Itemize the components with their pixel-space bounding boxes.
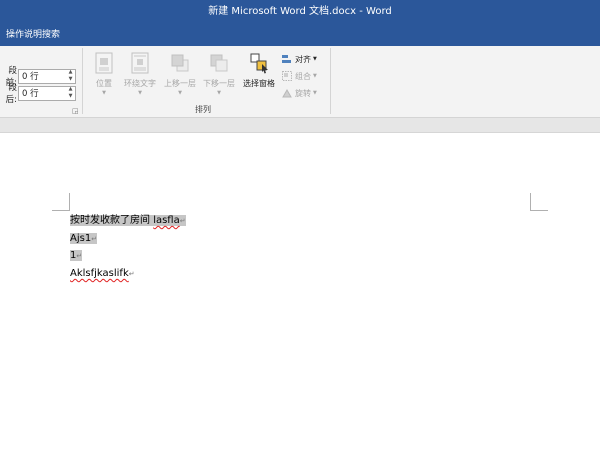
misspelled-word[interactable]: Aklsfjkaslifk (70, 268, 129, 279)
tell-me-search[interactable]: 操作说明搜索 (6, 30, 60, 40)
line-text: 按时发收款了房间 (70, 215, 154, 226)
line-text: Ajs1 (70, 233, 92, 244)
margin-corner-marker (52, 193, 70, 211)
spin-down-icon[interactable]: ▼ (69, 93, 73, 99)
spacing-after-value: 0 行 (22, 89, 39, 99)
send-backward-label: 下移一层 (203, 79, 235, 88)
doc-line[interactable]: Aklsfjkaslifk↵ (70, 266, 135, 282)
position-label: 位置 (96, 79, 112, 88)
document-canvas[interactable] (0, 134, 600, 450)
position-button[interactable]: 位置 ▼ (92, 50, 116, 104)
group-icon (282, 71, 292, 81)
group-label: 组合 (295, 71, 311, 81)
spacing-before-input[interactable]: 0 行 ▲ ▼ (18, 68, 76, 84)
chevron-down-icon: ▼ (178, 90, 182, 96)
wrap-text-button[interactable]: 环绕文字 ▼ (120, 50, 160, 104)
chevron-down-icon: ▼ (313, 56, 317, 62)
spin-up-icon[interactable]: ▲ (69, 87, 73, 92)
paragraph-mark: ↵ (179, 217, 186, 225)
window-title: 新建 Microsoft Word 文档.docx - Word (208, 6, 392, 17)
margin-corner-marker (530, 193, 548, 211)
bring-forward-label: 上移一层 (164, 79, 196, 88)
chevron-down-icon: ▼ (313, 73, 317, 79)
group-separator (82, 48, 83, 114)
group-button[interactable]: 组合 ▼ (282, 69, 317, 83)
spacing-after-row: 段后: 0 行 ▲ ▼ (0, 83, 76, 105)
selection-pane-button[interactable]: 选择窗格 (239, 50, 279, 104)
send-backward-button[interactable]: 下移一层 ▼ (199, 50, 239, 104)
title-bar: 新建 Microsoft Word 文档.docx - Word (0, 0, 600, 24)
chevron-down-icon: ▼ (217, 90, 221, 96)
position-icon (94, 52, 114, 74)
group-separator (330, 48, 331, 114)
paragraph-mark: ↵ (76, 252, 83, 260)
selection-pane-icon (249, 52, 269, 74)
align-icon (282, 54, 292, 64)
spacing-before-stepper[interactable]: ▲ ▼ (66, 70, 75, 83)
wrap-text-label: 环绕文字 (124, 79, 156, 88)
chevron-down-icon: ▼ (313, 90, 317, 96)
align-label: 对齐 (295, 54, 311, 64)
doc-line[interactable]: 1↵ (70, 248, 83, 264)
spacing-after-label: 段后: (5, 83, 17, 105)
doc-line[interactable]: 按时发收款了房间 lasfla↵ (70, 213, 186, 229)
rotate-icon (282, 88, 292, 98)
spin-down-icon[interactable]: ▼ (69, 76, 73, 82)
wrap-text-icon (130, 52, 150, 74)
send-backward-icon (209, 52, 229, 74)
chevron-down-icon: ▼ (102, 90, 106, 96)
bring-forward-button[interactable]: 上移一层 ▼ (160, 50, 200, 104)
rotate-button[interactable]: 旋转 ▼ (282, 86, 317, 100)
spacing-after-input[interactable]: 0 行 ▲ ▼ (18, 85, 76, 101)
spin-up-icon[interactable]: ▲ (69, 70, 73, 75)
misspelled-word[interactable]: lasfla (153, 215, 180, 226)
spacing-after-stepper[interactable]: ▲ ▼ (66, 87, 75, 100)
arrange-group-label: 排列 (195, 105, 211, 114)
dialog-launcher-icon[interactable]: ◲ (72, 107, 79, 115)
chevron-down-icon: ▼ (138, 90, 142, 96)
spacing-before-value: 0 行 (22, 72, 39, 82)
align-button[interactable]: 对齐 ▼ (282, 52, 317, 66)
ribbon-tab-bar: 操作说明搜索 (0, 24, 600, 46)
selection-pane-label: 选择窗格 (243, 79, 275, 88)
paragraph-mark: ↵ (91, 235, 98, 243)
ribbon-bottom-bar (0, 118, 600, 133)
doc-line[interactable]: Ajs1↵ (70, 231, 98, 247)
bring-forward-icon (170, 52, 190, 74)
paragraph-mark: ↵ (128, 270, 135, 278)
rotate-label: 旋转 (295, 88, 311, 98)
